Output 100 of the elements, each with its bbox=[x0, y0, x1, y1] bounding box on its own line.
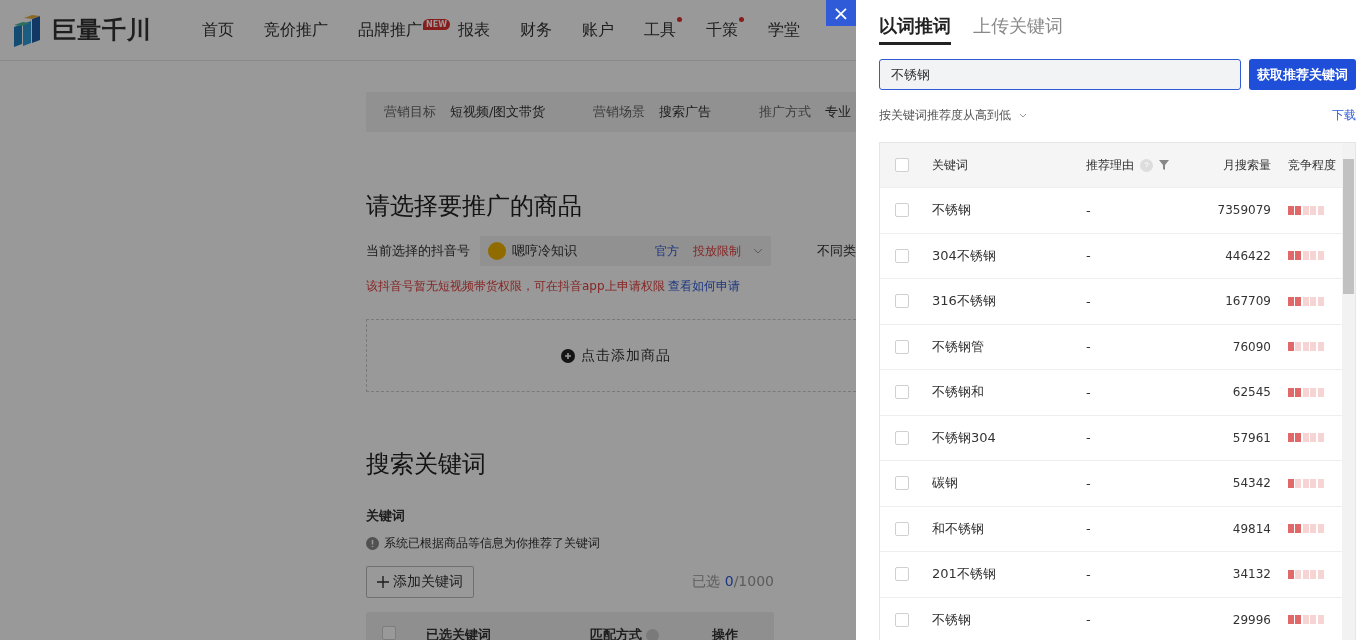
keyword-cell-text: 不锈钢304 bbox=[932, 428, 997, 447]
side-text: 不同类 bbox=[817, 242, 856, 260]
selected-count: 已选 0/1000 bbox=[692, 573, 774, 591]
column-header: 关键词 bbox=[932, 156, 969, 174]
column-header: 月搜索量 bbox=[1222, 156, 1271, 174]
column-header: 推荐理由 bbox=[1086, 156, 1134, 174]
filter-value: 短视频/图文带货 bbox=[450, 103, 546, 121]
section-title: 请选择要推广的商品 bbox=[366, 192, 583, 220]
competition-meter bbox=[1288, 615, 1324, 625]
checkbox[interactable] bbox=[895, 567, 909, 582]
new-badge: NEW bbox=[423, 18, 450, 30]
competition-meter bbox=[1288, 478, 1324, 488]
limit-tag: 投放限制 bbox=[693, 242, 741, 260]
checkbox[interactable] bbox=[895, 158, 909, 172]
section-title: 搜索关键词 bbox=[366, 450, 487, 478]
reason-cell-text: - bbox=[1086, 475, 1092, 491]
reason-cell-text: - bbox=[1086, 612, 1092, 628]
nav-item[interactable]: 报表 bbox=[458, 19, 490, 41]
nav-item[interactable]: 学堂 bbox=[768, 19, 800, 41]
field-label: 关键词 bbox=[366, 507, 406, 525]
checkbox[interactable] bbox=[895, 476, 909, 491]
account-name: 嗯哼冷知识 bbox=[512, 242, 578, 260]
keyword-cell-text: 不锈钢和 bbox=[932, 383, 985, 402]
nav-item[interactable]: 财务 bbox=[520, 19, 552, 41]
volume-cell-text: 34132 bbox=[1231, 567, 1271, 582]
competition-meter bbox=[1288, 251, 1324, 261]
filter-value: 搜索广告 bbox=[659, 103, 712, 121]
nav-item[interactable]: 千策 bbox=[706, 19, 738, 41]
nav-item[interactable]: 首页 bbox=[202, 19, 234, 41]
competition-meter bbox=[1288, 342, 1324, 352]
competition-meter bbox=[1288, 205, 1324, 215]
help-link[interactable]: 查看如何申请 bbox=[668, 279, 741, 293]
reason-cell-text: - bbox=[1086, 384, 1092, 400]
search-field[interactable]: 不锈钢 bbox=[879, 59, 1241, 90]
logo-text: 巨量千川 bbox=[52, 15, 152, 46]
nav-item[interactable]: 品牌推广 bbox=[358, 19, 422, 41]
reason-cell-text: - bbox=[1086, 339, 1092, 355]
nav-item[interactable]: 账户 bbox=[582, 19, 614, 41]
account-label: 当前选择的抖音号 bbox=[366, 242, 470, 260]
volume-cell-text: 76090 bbox=[1231, 339, 1271, 354]
volume-cell-text: 29996 bbox=[1231, 612, 1271, 627]
sort-dropdown[interactable]: 按关键词推荐度从高到低 bbox=[879, 107, 1027, 124]
help-icon bbox=[1140, 158, 1153, 172]
volume-cell-text: 167709 bbox=[1224, 294, 1271, 309]
nav-item[interactable]: 工具 bbox=[644, 19, 676, 41]
filter-label: 营销场景 bbox=[593, 103, 646, 121]
reason-cell-text: - bbox=[1086, 293, 1092, 309]
competition-meter bbox=[1288, 296, 1324, 306]
checkbox[interactable] bbox=[895, 385, 909, 400]
download-link[interactable]: 下载 bbox=[1332, 107, 1356, 124]
filter-icon[interactable] bbox=[1159, 160, 1169, 170]
checkbox[interactable] bbox=[895, 203, 909, 218]
add-product-area[interactable]: 点击添加商品 bbox=[366, 319, 856, 392]
reason-cell-text: - bbox=[1086, 202, 1092, 218]
avatar bbox=[488, 242, 506, 260]
competition-meter bbox=[1288, 524, 1324, 534]
volume-cell-text: 7359079 bbox=[1216, 203, 1271, 218]
keyword-cell-text: 201不锈钢 bbox=[932, 565, 997, 584]
checkbox[interactable] bbox=[895, 248, 909, 263]
tab[interactable]: 上传关键词 bbox=[973, 14, 1063, 45]
checkbox[interactable] bbox=[895, 521, 909, 536]
close-button[interactable]: × bbox=[826, 0, 856, 26]
warning-text: 该抖音号暂无短视频带货权限，可在抖音app上申请权限 查看如何申请 bbox=[366, 278, 742, 295]
competition-meter bbox=[1288, 387, 1324, 397]
filter-label: 营销目标 bbox=[384, 103, 436, 121]
keyword-cell-text: 不锈钢 bbox=[932, 201, 972, 220]
keyword-cell-text: 304不锈钢 bbox=[932, 246, 997, 265]
volume-cell-text: 446422 bbox=[1224, 248, 1271, 263]
info-text: 系统已根据商品等信息为你推荐了关键词 bbox=[384, 535, 600, 552]
volume-cell-text: 49814 bbox=[1231, 521, 1271, 536]
plus-circle-icon bbox=[561, 348, 575, 363]
reason-cell-text: - bbox=[1086, 566, 1092, 582]
filter-label: 推广方式 bbox=[759, 103, 812, 121]
reason-cell-text: - bbox=[1086, 248, 1092, 264]
chevron-down-icon bbox=[753, 248, 763, 254]
plus-icon bbox=[377, 576, 389, 588]
add-keyword-button[interactable]: 添加关键词 bbox=[366, 566, 474, 598]
reason-cell-text: - bbox=[1086, 430, 1092, 446]
column-header: 竞争程度 bbox=[1287, 156, 1337, 174]
checkbox[interactable] bbox=[895, 612, 909, 627]
keyword-cell-text: 不锈钢管 bbox=[932, 337, 985, 356]
volume-cell-text: 57961 bbox=[1231, 430, 1271, 445]
get-keywords-button[interactable]: 获取推荐关键词 bbox=[1249, 59, 1356, 90]
tab[interactable]: 以词推词 bbox=[879, 14, 951, 45]
account-select[interactable]: 嗯哼冷知识 官方 投放限制 bbox=[480, 236, 771, 266]
reason-cell-text: - bbox=[1086, 521, 1092, 537]
checkbox[interactable] bbox=[382, 626, 396, 640]
checkbox[interactable] bbox=[895, 294, 909, 309]
official-tag: 官方 bbox=[655, 242, 679, 260]
keyword-cell-text: 和不锈钢 bbox=[932, 519, 985, 538]
nav-item[interactable]: 竞价推广 bbox=[264, 19, 328, 41]
competition-meter bbox=[1288, 569, 1324, 579]
checkbox[interactable] bbox=[895, 430, 909, 445]
keyword-cell-text: 不锈钢 bbox=[932, 610, 972, 629]
competition-meter bbox=[1288, 433, 1324, 443]
scrollbar[interactable] bbox=[1342, 143, 1355, 640]
info-icon bbox=[366, 537, 379, 550]
checkbox[interactable] bbox=[895, 339, 909, 354]
keyword-cell-text: 316不锈钢 bbox=[932, 292, 997, 311]
keyword-cell-text: 碳钢 bbox=[932, 474, 959, 493]
